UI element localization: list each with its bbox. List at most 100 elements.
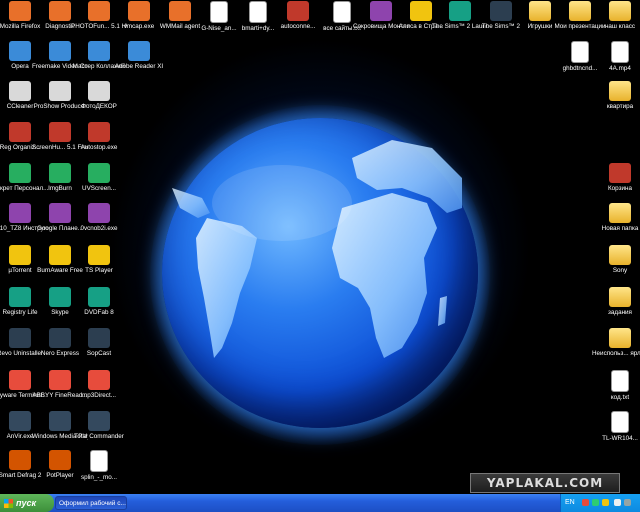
language-indicator[interactable]: EN	[565, 494, 575, 512]
desktop-shortcut[interactable]: splin_-_mo...	[71, 450, 127, 481]
tray-security-icon[interactable]	[614, 499, 621, 506]
autostop-icon	[88, 122, 110, 142]
utorrent-icon	[9, 245, 31, 265]
adobe-reader-icon	[128, 41, 150, 61]
shortcut-label: mp3Direct...	[82, 392, 116, 399]
desktop-shortcut[interactable]: mp3Direct...	[71, 370, 127, 399]
neispolz-yarlyki-folder-icon	[609, 328, 631, 348]
zadaniya-folder-icon	[609, 287, 631, 307]
wmmail-icon	[169, 1, 191, 21]
mp3direct-icon	[88, 370, 110, 390]
smart-defrag-icon	[9, 450, 31, 470]
google-earth-icon	[49, 203, 71, 223]
desktop-shortcut[interactable]: TS Player	[71, 245, 127, 274]
ccleaner-icon	[9, 81, 31, 101]
desktop-shortcut[interactable]: ФотоДЕКОР	[71, 81, 127, 110]
desktop-shortcut[interactable]: Неиспольз... ярлыки	[592, 328, 640, 357]
novaya-papka-folder-icon	[609, 203, 631, 223]
desktop-shortcut[interactable]: код.txt	[592, 370, 640, 401]
shortcut-label: TS Player	[85, 267, 113, 274]
nash-klass-folder-icon	[609, 1, 631, 21]
desktop-shortcut[interactable]: Sony	[592, 245, 640, 274]
ts-player-icon	[88, 245, 110, 265]
opera-icon	[9, 41, 31, 61]
shortcut-label: Новая папка	[601, 225, 639, 232]
total-commander-icon	[88, 411, 110, 431]
taskbar-window-button[interactable]: Оформил рабочий с...	[55, 496, 127, 510]
nero-express-icon	[49, 328, 71, 348]
splin-icon	[90, 450, 108, 472]
tray-app-icon[interactable]	[582, 499, 589, 506]
uvscreen-icon	[88, 163, 110, 183]
windows-media-player-icon	[49, 411, 71, 431]
bmarti-icon	[249, 1, 267, 23]
potplayer-icon	[49, 450, 71, 470]
diagnostic-icon	[49, 1, 71, 21]
desktop-shortcut[interactable]: DVDFab 8	[71, 287, 127, 316]
windows-flag-icon	[4, 499, 13, 509]
spyware-terminator-icon	[9, 370, 31, 390]
sokrovishcha-icon	[370, 1, 392, 21]
tray-network-icon[interactable]	[592, 499, 599, 506]
desktop-shortcut[interactable]: задания	[592, 287, 640, 316]
shortcut-label: Total Commander	[74, 433, 124, 440]
desktop-shortcut[interactable]: Корзина	[592, 163, 640, 192]
desktop-shortcut[interactable]: Autostop.exe	[71, 122, 127, 151]
shortcut-label: SopCast	[86, 350, 112, 357]
revo-uninstaller-icon	[9, 328, 31, 348]
ghbdtncnd-icon	[571, 41, 589, 63]
tl-wr104-icon	[611, 411, 629, 433]
shortcut-label: наш класс	[604, 23, 636, 30]
photodecor-icon	[88, 81, 110, 101]
shortcut-label: 4A.mp4	[609, 65, 631, 72]
photofun-icon	[88, 1, 110, 21]
igrushki-folder-icon	[529, 1, 551, 21]
korzina-icon	[609, 163, 631, 183]
start-label: пуск	[16, 498, 37, 508]
shortcut-label: квартира	[606, 103, 634, 110]
desktop-shortcut[interactable]: Total Commander	[71, 411, 127, 440]
taskbar: пуск Оформил рабочий с... EN	[0, 494, 640, 512]
proshow-icon	[49, 81, 71, 101]
registry-life-icon	[9, 287, 31, 307]
burnaware-icon	[49, 245, 71, 265]
desktop-shortcut[interactable]: 0vcnob2i.exe	[71, 203, 127, 232]
master-collage-icon	[88, 41, 110, 61]
firefox-icon	[9, 1, 31, 21]
desktop-shortcut[interactable]: наш класс	[592, 1, 640, 30]
desktop-shortcut[interactable]: SopCast	[71, 328, 127, 357]
anvir-icon	[9, 411, 31, 431]
shortcut-label: Autostop.exe	[80, 144, 118, 151]
tz10-icon	[9, 203, 31, 223]
abbyy-icon	[49, 370, 71, 390]
4a-mp4-icon	[611, 41, 629, 63]
0vcnob2i-icon	[88, 203, 110, 223]
desktop-shortcut[interactable]: Adobe Reader XI	[111, 41, 167, 70]
imgburn-icon	[49, 163, 71, 183]
kod-txt-icon	[611, 370, 629, 392]
shortcut-label: код.txt	[610, 394, 630, 401]
screenhunter-icon	[49, 122, 71, 142]
tray-volume-icon[interactable]	[602, 499, 609, 506]
reg-organizer-icon	[9, 122, 31, 142]
desktop-shortcut[interactable]: TL-WR104...	[592, 411, 640, 442]
shortcut-label: Adobe Reader XI	[114, 63, 164, 70]
start-button[interactable]: пуск	[0, 494, 54, 512]
watermark: YAPLAKAL.COM	[470, 473, 620, 493]
sims2-icon	[490, 1, 512, 21]
shortcut-label: Sony	[612, 267, 628, 274]
vse-saity-icon	[333, 1, 351, 23]
sony-folder-icon	[609, 245, 631, 265]
autoconne-icon	[287, 1, 309, 21]
tray-clock-icon[interactable]	[624, 499, 631, 506]
shortcut-label: DVDFab 8	[84, 309, 114, 316]
desktop-shortcut[interactable]: UVScreen...	[71, 163, 127, 192]
shortcut-label: splin_-_mo...	[80, 474, 118, 481]
desktop-shortcut[interactable]: квартира	[592, 81, 640, 110]
g-nise-icon	[210, 1, 228, 23]
desktop-shortcut[interactable]: 4A.mp4	[592, 41, 640, 72]
shortcut-label: Неиспольз... ярлыки	[592, 350, 640, 357]
shortcut-label: задания	[608, 309, 632, 316]
sopcast-icon	[88, 328, 110, 348]
desktop-shortcut[interactable]: Новая папка	[592, 203, 640, 232]
